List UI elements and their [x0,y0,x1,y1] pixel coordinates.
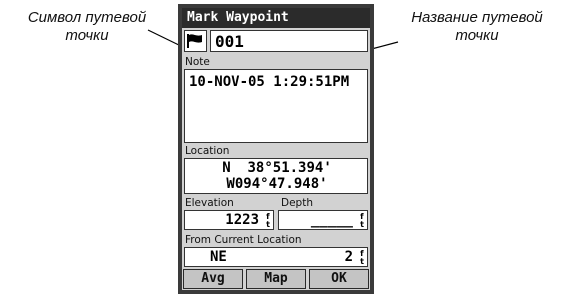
depth-unit: f t [360,213,364,229]
waypoint-name-field[interactable]: 001 [210,30,368,52]
direction-value: NE [210,249,227,265]
elevation-field[interactable]: 1223 f t [184,210,274,230]
note-field[interactable]: 10-NOV-05 1:29:51PM [184,69,368,143]
location-label: Location [185,145,230,157]
elevation-unit-bottom: t [266,220,270,229]
distance-unit-bottom: t [360,257,364,266]
depth-field[interactable]: _____ f t [278,210,368,230]
depth-label: Depth [281,197,313,209]
location-latitude: N 38°51.394' [222,160,332,176]
gps-device: Mark Waypoint 001 Note 10-NOV-05 1:29:51… [178,4,374,294]
mark-waypoint-screen: Mark Waypoint 001 Note 10-NOV-05 1:29:51… [182,8,370,290]
depth-value: _____ [310,212,353,228]
elevation-value: 1223 [225,212,259,228]
depth-unit-bottom: t [360,220,364,229]
waypoint-name-value: 001 [215,32,244,51]
elevation-label: Elevation [185,197,234,209]
flag-icon [187,34,202,48]
from-current-location-field: NE 2 f t [184,247,368,267]
map-button[interactable]: Map [246,269,306,289]
location-field[interactable]: N 38°51.394' W094°47.948' [184,158,368,194]
distance-unit: f t [360,250,364,266]
avg-button[interactable]: Avg [183,269,243,289]
ok-button[interactable]: OK [309,269,369,289]
from-current-location-label: From Current Location [185,234,302,246]
waypoint-symbol-field[interactable] [184,30,207,52]
note-label: Note [185,56,210,68]
page-title: Mark Waypoint [182,8,370,28]
elevation-unit: f t [266,213,270,229]
note-value: 10-NOV-05 1:29:51PM [189,74,350,90]
distance-value: 2 [344,249,353,265]
location-longitude: W094°47.948' [226,176,328,192]
